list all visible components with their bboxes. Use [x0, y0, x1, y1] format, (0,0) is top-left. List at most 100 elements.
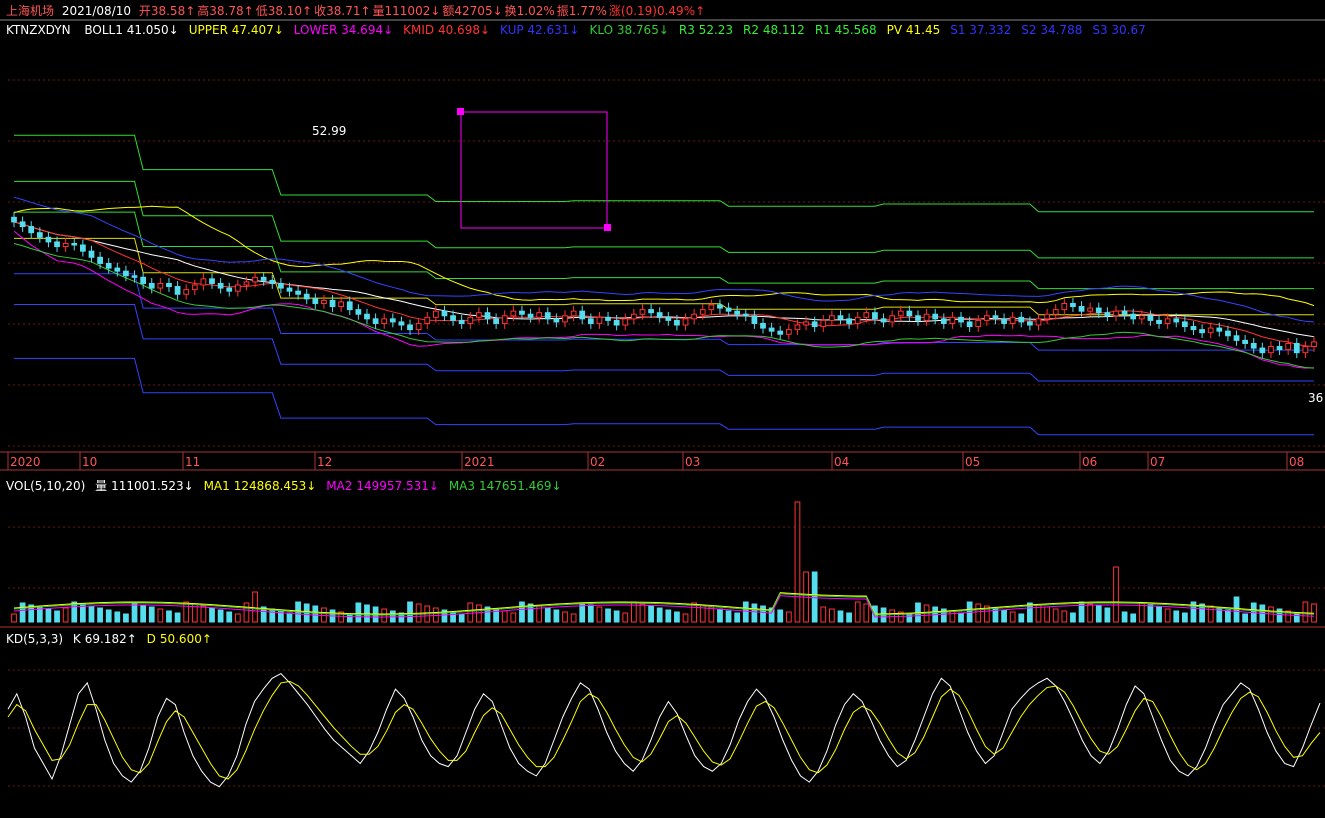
selection-handle [457, 108, 464, 115]
candle-body [751, 315, 758, 324]
candle-body [1035, 318, 1042, 326]
candle-body [312, 298, 319, 304]
candle-body [424, 316, 431, 324]
candle-body [785, 329, 792, 335]
volume-bar [1009, 611, 1016, 623]
candle-body [501, 315, 508, 324]
candle-body [717, 304, 723, 309]
candle-body [286, 287, 293, 292]
candle-body [1233, 335, 1240, 341]
candle-body [476, 312, 482, 318]
candle-body [1104, 312, 1111, 317]
candle-body [458, 319, 465, 324]
volume-bar [234, 613, 241, 623]
candle-body [1001, 318, 1007, 324]
volume-bar [854, 601, 861, 623]
candle-body [897, 310, 904, 317]
candle-body [252, 276, 258, 283]
volume-bar [1061, 610, 1068, 623]
candle-body [872, 312, 878, 320]
axis-label: 06 [1082, 455, 1097, 469]
axis-label: 08 [1289, 455, 1304, 469]
volume-bar [1121, 611, 1128, 623]
candle-body [226, 287, 233, 292]
candle-body [1156, 319, 1162, 324]
candle-body [36, 232, 43, 238]
axis-label: 10 [82, 455, 97, 469]
volume-bar [1087, 603, 1094, 623]
axis-label: 02 [590, 455, 605, 469]
candle-body [372, 318, 379, 324]
candle-body [131, 275, 138, 278]
volume-bar [958, 612, 964, 623]
high-price-label: 52.99 [312, 124, 346, 138]
volume-ma2-line [13, 595, 1315, 618]
candle-body [777, 330, 784, 335]
volume-bar [131, 602, 138, 623]
candle-body [880, 318, 887, 323]
volume-bar [174, 612, 181, 623]
volume-bar [613, 610, 620, 623]
volume-bar [252, 591, 258, 623]
volume-bar [1293, 612, 1300, 623]
volume-bar [45, 608, 52, 623]
candle-body [665, 316, 672, 321]
volume-bar [794, 501, 801, 623]
candle-body [1113, 310, 1119, 317]
volume-bar [760, 605, 766, 623]
candle-body [966, 321, 973, 328]
candle-body [1190, 326, 1197, 331]
candle-body [958, 316, 964, 323]
candle-body [1225, 330, 1231, 337]
candle-body [923, 313, 930, 321]
candle-body [760, 322, 766, 329]
volume-bar [1302, 601, 1309, 623]
candle-body [639, 309, 646, 315]
candle-body [493, 318, 499, 324]
candle-body [699, 309, 706, 315]
candle-body [11, 216, 17, 223]
candle-body [811, 321, 818, 328]
stock-chart[interactable]: 52.99 36 2020 10 11 12 2021 02 03 04 05 06 07 08 [0, 0, 1325, 818]
candle-body [1130, 313, 1137, 320]
pivot-band [14, 134, 1314, 213]
candle-body [1070, 302, 1076, 308]
candle-body [768, 327, 775, 332]
volume-bar [183, 601, 190, 623]
candle-body [1078, 306, 1085, 312]
volume-bar [1156, 606, 1162, 623]
volume-bar [11, 613, 17, 623]
volume-bars[interactable] [11, 501, 1317, 623]
candle-body [587, 318, 594, 324]
candle-body [234, 284, 241, 292]
axis-label: 04 [834, 455, 849, 469]
candle-body [1147, 315, 1154, 321]
candle-body [630, 313, 637, 320]
candle-body [1302, 346, 1309, 354]
candlesticks[interactable]: 52.99 36 [11, 108, 1324, 405]
grid-lines [0, 19, 1325, 787]
volume-bar [1242, 613, 1248, 623]
candle-body [734, 310, 741, 315]
candle-body [579, 310, 586, 320]
kmid-line [13, 221, 1315, 348]
candle-body [1018, 316, 1025, 323]
volume-bar [269, 608, 276, 623]
date-axis: 2020 10 11 12 2021 02 03 04 05 06 07 08 [7, 452, 1304, 470]
candle-body [1199, 329, 1205, 334]
volume-bar [200, 605, 207, 623]
candle-body [1285, 342, 1292, 351]
volume-bar [88, 605, 95, 623]
axis-label: 07 [1150, 455, 1165, 469]
boll-upper-line [13, 205, 1315, 307]
candle-body [19, 221, 26, 228]
candle-body [484, 312, 491, 320]
candle-body [1164, 318, 1171, 324]
candle-body [105, 262, 112, 269]
candle-body [88, 250, 95, 258]
volume-bar [605, 608, 611, 623]
volume-bar [1104, 607, 1111, 623]
candle-body [992, 315, 999, 320]
candle-body [174, 286, 181, 295]
candle-body [1009, 316, 1016, 324]
